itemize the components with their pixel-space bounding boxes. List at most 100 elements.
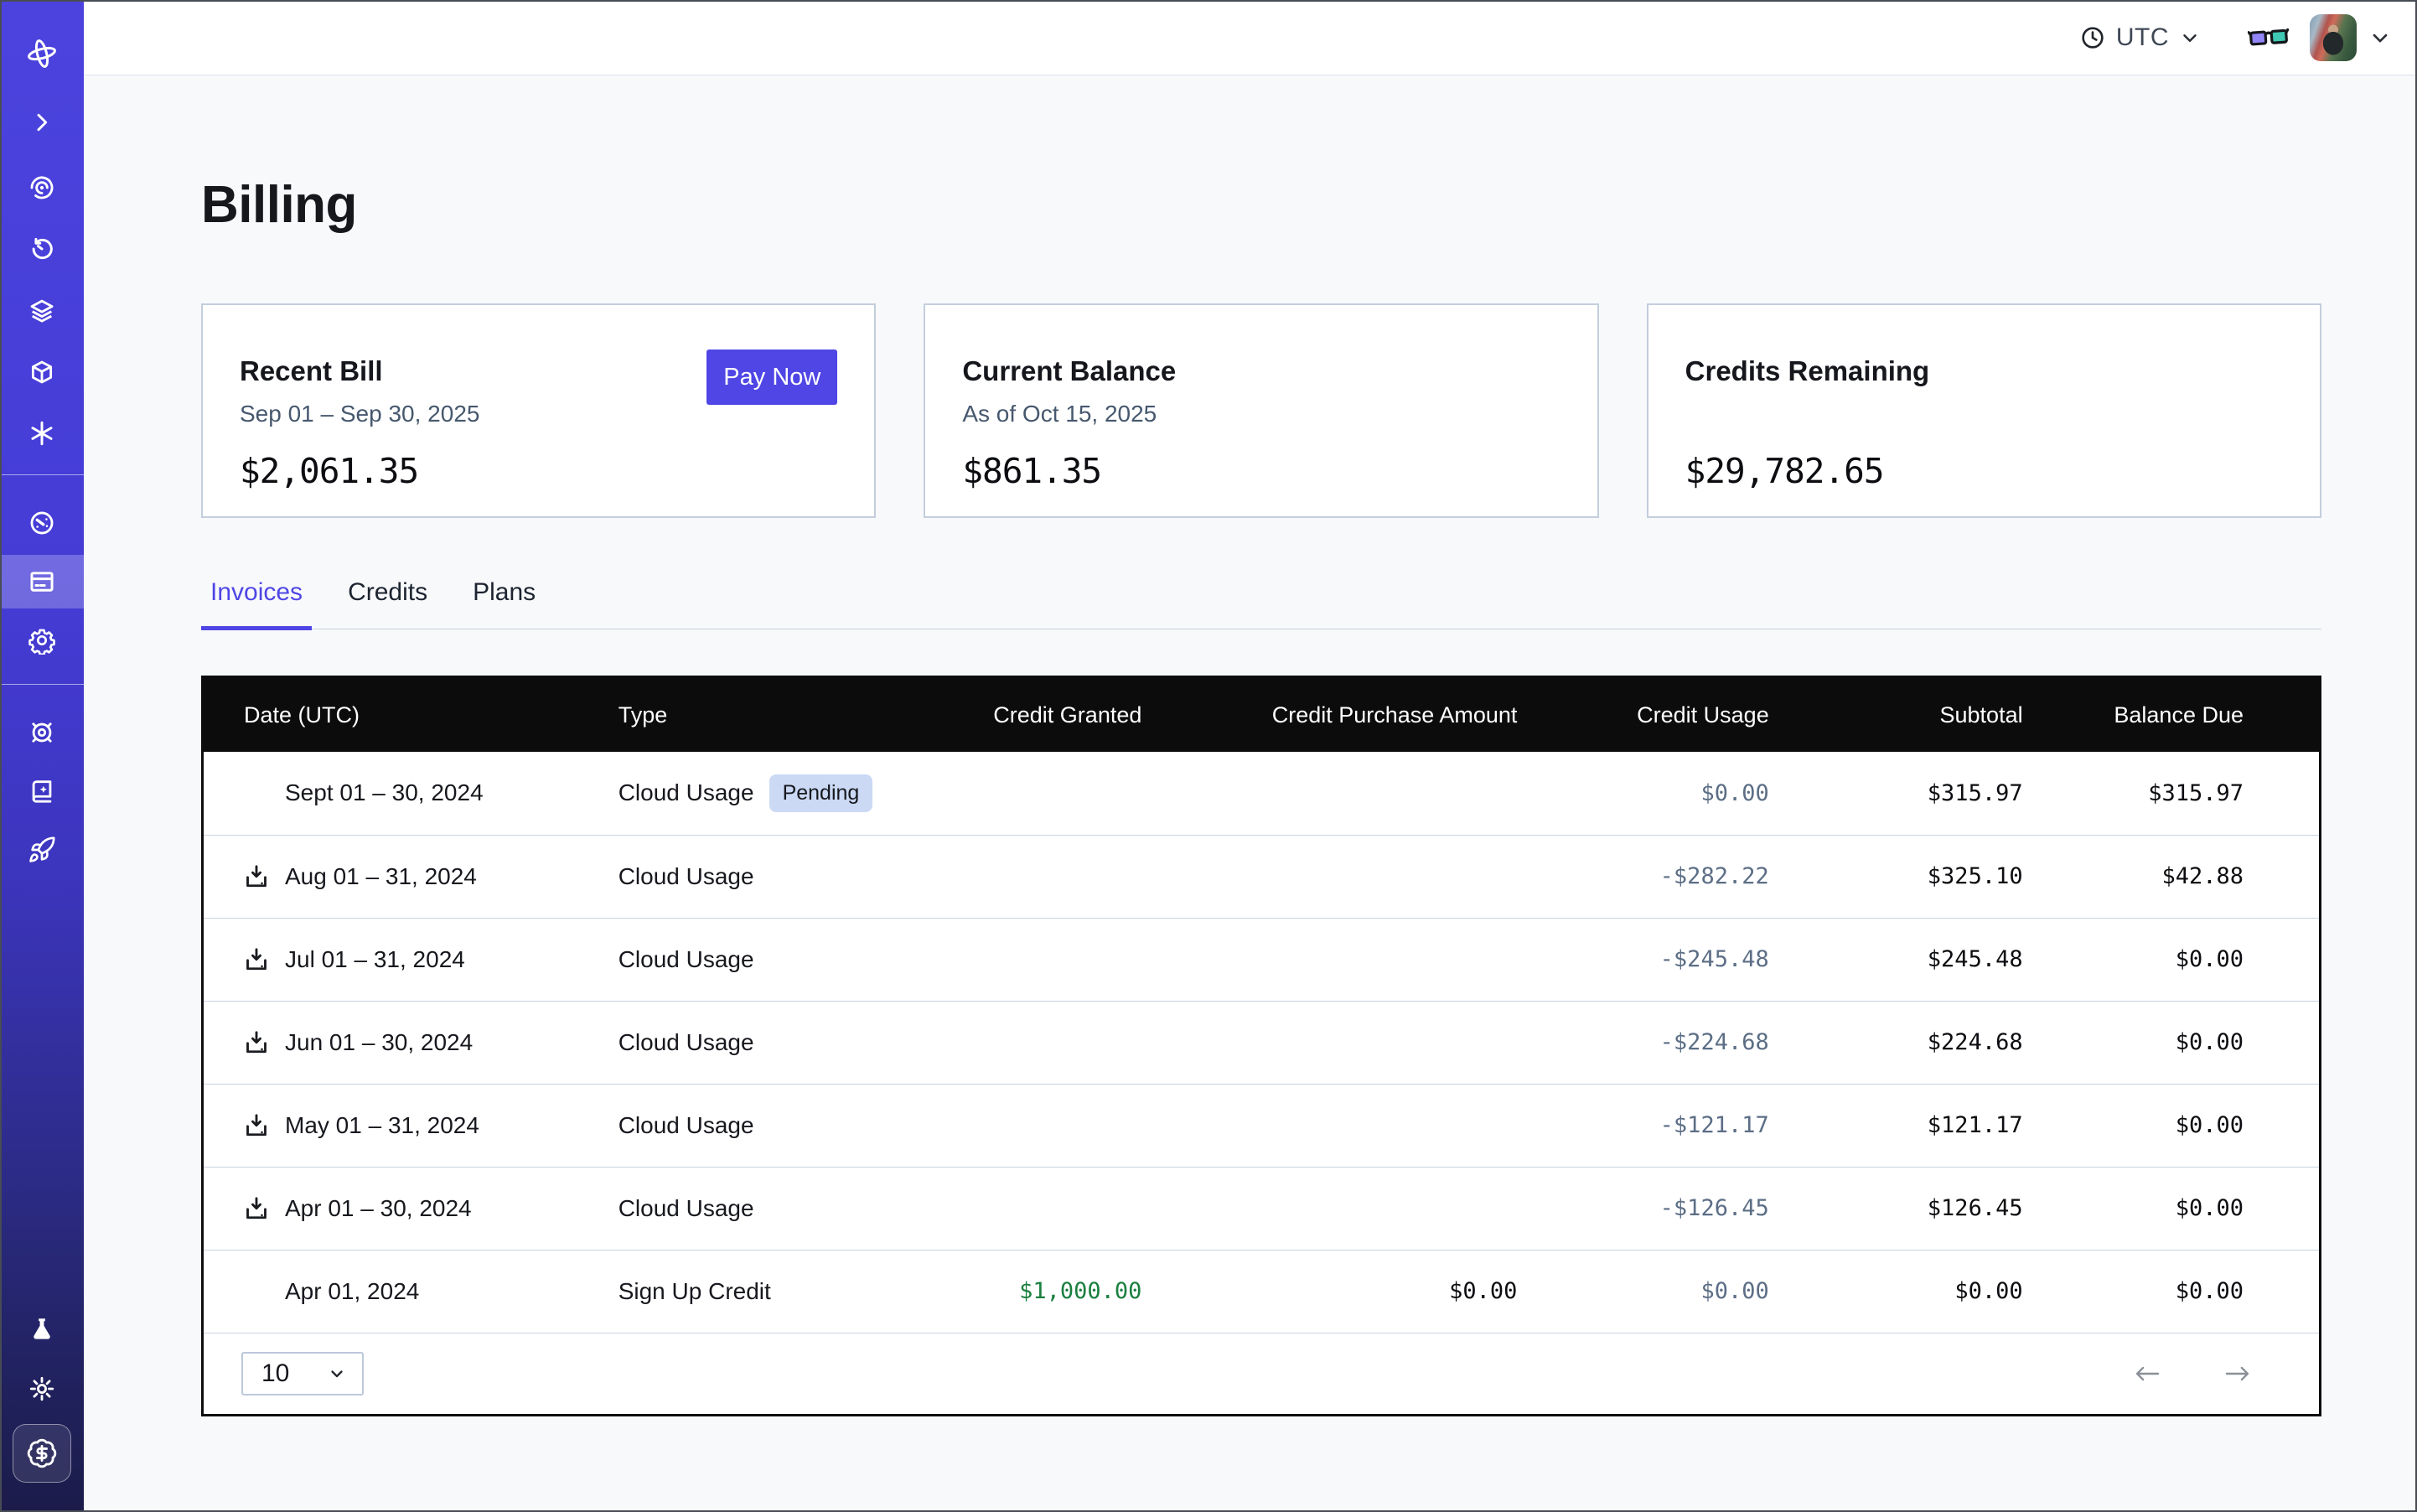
column-header-balance-due: Balance Due — [2023, 678, 2319, 752]
invoice-type: Cloud Usage — [618, 946, 754, 973]
invoice-type: Sign Up Credit — [618, 1278, 771, 1305]
sidebar-divider — [0, 684, 84, 685]
chevron-down-icon — [2179, 27, 2201, 49]
sidebar-item-theme[interactable] — [0, 1362, 84, 1416]
credit-granted-value — [965, 1084, 1142, 1167]
pagination — [2126, 1359, 2259, 1388]
guide-book-icon — [28, 777, 56, 805]
theme-glasses-toggle[interactable] — [2248, 24, 2290, 51]
arrow-left-icon — [2130, 1363, 2165, 1385]
credits-remaining-amount: $29,782.65 — [1685, 451, 2283, 491]
download-invoice-button[interactable] — [242, 862, 271, 891]
sidebar-item-support[interactable] — [0, 706, 84, 759]
credit-usage-value: -$121.17 — [1517, 1084, 1768, 1167]
account-menu-button[interactable] — [2368, 26, 2392, 49]
cube-icon — [28, 358, 56, 386]
tab-invoices[interactable]: Invoices — [201, 578, 312, 629]
main-content: Billing Recent Bill Sep 01 – Sep 30, 202… — [84, 75, 2417, 1512]
table-footer: 10 — [204, 1333, 2319, 1414]
invoice-type: Cloud Usage — [618, 779, 754, 806]
card-title: Credits Remaining — [1685, 355, 2283, 387]
credit-purchase-value — [1141, 1001, 1517, 1084]
sidebar-item-usage[interactable] — [0, 496, 84, 550]
credit-granted-value: $1,000.00 — [965, 1250, 1142, 1333]
sidebar-item-billing[interactable] — [0, 555, 84, 608]
credit-usage-value: -$126.45 — [1517, 1167, 1768, 1250]
subtotal-value: $245.48 — [1769, 918, 2023, 1001]
credit-granted-value — [965, 918, 1142, 1001]
download-icon — [242, 862, 271, 891]
credits-badge-button[interactable] — [13, 1424, 71, 1483]
modal-logo-icon — [25, 37, 59, 70]
table-row: Aug 01 – 31, 2024 Cloud Usage -$282.22 $… — [204, 835, 2319, 918]
credit-granted-value — [965, 1167, 1142, 1250]
spacer — [1685, 401, 2283, 429]
sidebar-item-guide[interactable] — [0, 764, 84, 818]
invoice-type: Cloud Usage — [618, 1112, 754, 1139]
pay-now-button[interactable]: Pay Now — [706, 350, 837, 405]
dollar-badge-icon — [26, 1437, 58, 1469]
sidebar-item-expand[interactable] — [0, 96, 84, 149]
credit-purchase-value — [1141, 1084, 1517, 1167]
balance-due-value: $42.88 — [2023, 835, 2319, 918]
billing-period: Sep 01 – Sep 30, 2025 — [240, 401, 837, 429]
table-row: Apr 01, 2024 Sign Up Credit $1,000.00 $0… — [204, 1250, 2319, 1333]
table-row: Sept 01 – 30, 2024 Cloud Usage Pending $… — [204, 752, 2319, 835]
credit-purchase-value — [1141, 918, 1517, 1001]
credit-purchase-value — [1141, 1167, 1517, 1250]
subtotal-value: $121.17 — [1769, 1084, 2023, 1167]
subtotal-value: $224.68 — [1769, 1001, 2023, 1084]
sidebar-item-settings[interactable] — [0, 614, 84, 667]
invoice-period: Sept 01 – 30, 2024 — [285, 779, 484, 806]
credit-purchase-value — [1141, 835, 1517, 918]
download-invoice-button[interactable] — [242, 1194, 271, 1223]
sidebar-item-recent[interactable] — [0, 222, 84, 276]
topbar: UTC — [84, 0, 2417, 75]
timezone-selector[interactable]: UTC — [2079, 23, 2201, 52]
balance-as-of: As of Oct 15, 2025 — [962, 401, 1560, 429]
chevron-right-icon — [28, 109, 55, 136]
invoice-period: Aug 01 – 31, 2024 — [285, 863, 477, 890]
billing-page: UTC Billing R — [0, 0, 2417, 1512]
credit-granted-value — [965, 752, 1142, 835]
chevron-down-icon — [2368, 26, 2392, 49]
download-invoice-button[interactable] — [242, 1028, 271, 1057]
next-page-button[interactable] — [2217, 1359, 2259, 1388]
previous-page-button[interactable] — [2126, 1359, 2168, 1388]
recent-bill-card: Recent Bill Sep 01 – Sep 30, 2025 $2,061… — [201, 303, 876, 518]
balance-due-value: $0.00 — [2023, 1084, 2319, 1167]
tab-plans[interactable]: Plans — [463, 578, 545, 629]
download-invoice-button[interactable] — [242, 1111, 271, 1140]
subtotal-value: $315.97 — [1769, 752, 2023, 835]
invoice-type: Cloud Usage — [618, 1195, 754, 1222]
status-badge: Pending — [769, 774, 873, 812]
credit-granted-value — [965, 1001, 1142, 1084]
download-invoice-button[interactable] — [242, 945, 271, 974]
subtotal-value: $325.10 — [1769, 835, 2023, 918]
table-header: Date (UTC) Type Credit Granted Credit Pu… — [204, 678, 2319, 752]
sidebar-item-layers[interactable] — [0, 284, 84, 338]
sidebar-item-images[interactable] — [0, 345, 84, 399]
column-header-credit-usage: Credit Usage — [1517, 678, 1768, 752]
sidebar-item-labs[interactable] — [0, 1302, 84, 1356]
download-icon — [242, 945, 271, 974]
credit-usage-value: $0.00 — [1517, 752, 1768, 835]
sidebar-item-apps[interactable] — [0, 161, 84, 215]
column-header-date: Date (UTC) — [204, 678, 618, 752]
arrow-right-icon — [2220, 1363, 2255, 1385]
sidebar-divider — [0, 474, 84, 475]
clock-icon — [2079, 24, 2106, 51]
sidebar-item-secrets[interactable] — [0, 406, 84, 460]
modal-logo-icon[interactable] — [0, 27, 84, 80]
page-size-value: 10 — [261, 1359, 289, 1388]
current-balance-amount: $861.35 — [962, 451, 1560, 491]
tab-credits[interactable]: Credits — [339, 578, 437, 629]
sidebar-item-launch[interactable] — [0, 823, 84, 877]
card-title: Current Balance — [962, 355, 1560, 387]
recent-bill-amount: $2,061.35 — [240, 451, 837, 491]
balance-due-value: $0.00 — [2023, 918, 2319, 1001]
current-balance-card: Current Balance As of Oct 15, 2025 $861.… — [924, 303, 1598, 518]
download-icon — [242, 1111, 271, 1140]
user-avatar[interactable] — [2310, 14, 2357, 61]
page-size-select[interactable]: 10 — [241, 1352, 364, 1395]
